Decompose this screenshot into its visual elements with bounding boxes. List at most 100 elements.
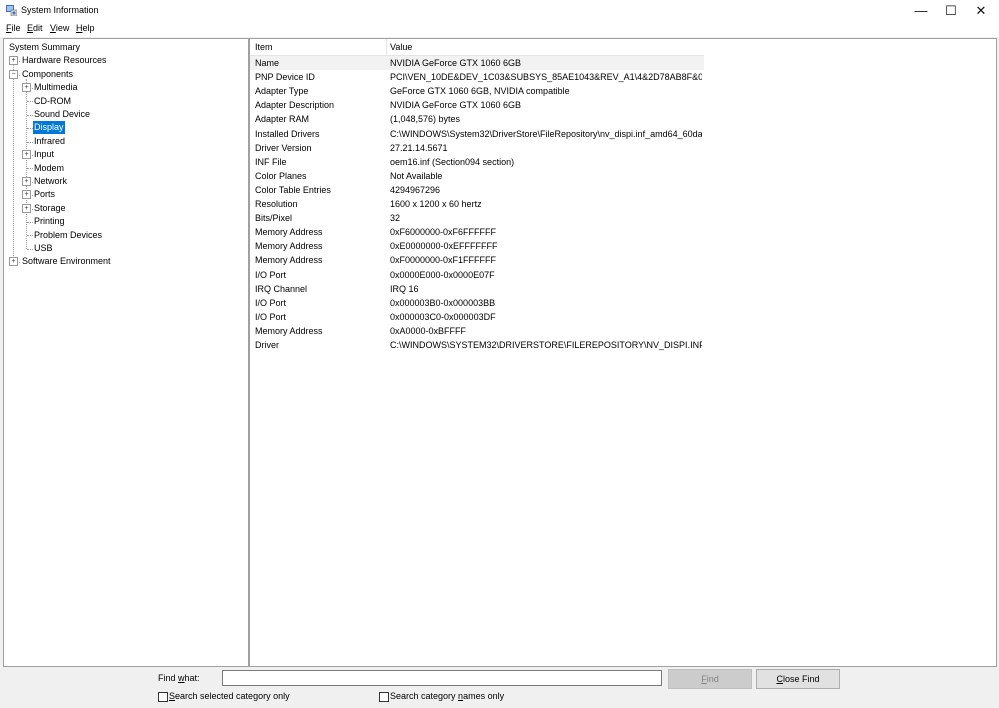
table-row[interactable]: Adapter Type GeForce GTX 1060 6GB, NVIDIA… [250,84,704,98]
table-row[interactable]: Memory Address 0xF0000000-0xF1FFFFFF [250,253,704,267]
find-button[interactable]: Find [668,669,752,689]
row-value: Not Available [390,170,443,181]
tree-item-label: USB [34,243,53,253]
tree-item-infrared[interactable]: Infrared [4,135,244,148]
row-value: C:\WINDOWS\System32\DriverStore\FileRepo… [390,128,702,139]
tree-item-label: Display [33,121,65,135]
table-row[interactable]: I/O Port 0x0000E000-0x0000E07F [250,268,704,282]
table-row[interactable]: I/O Port 0x000003B0-0x000003BB [250,296,704,310]
table-row[interactable]: Driver C:\WINDOWS\SYSTEM32\DRIVERSTORE\FI… [250,338,704,352]
table-row[interactable]: Color Planes Not Available [250,169,704,183]
row-item: Driver Version [255,142,312,153]
column-header-value[interactable]: Value [390,42,412,52]
table-row[interactable]: Bits/Pixel 32 [250,211,704,225]
table-row[interactable]: PNP Device ID PCI\VEN_10DE&DEV_1C03&SUBSY… [250,70,704,84]
row-value: 0x000003C0-0x000003DF [390,311,496,322]
close-find-button[interactable]: Close Find [756,669,840,689]
close-window-button[interactable]: ✕ [966,0,996,21]
row-value: 4294967296 [390,184,441,195]
tree-item-display[interactable]: Display [4,121,244,135]
menu-help[interactable]: Help [76,23,95,33]
tree-item-label: CD-ROM [34,95,71,106]
menu-file[interactable]: File [6,23,21,33]
row-item: I/O Port [255,297,287,308]
table-row[interactable]: Installed Drivers C:\WINDOWS\System32\Dri… [250,127,704,141]
row-item: Memory Address [255,255,323,266]
table-row[interactable]: Adapter RAM (1,048,576) bytes [250,112,704,126]
row-item: Adapter Description [255,100,335,111]
row-value: GeForce GTX 1060 6GB, NVIDIA compatible [390,86,570,97]
tree-item-label: Network [34,176,68,186]
tree-item-label: Modem [34,162,65,173]
row-value: NVIDIA GeForce GTX 1060 6GB [390,58,522,68]
tree-item-cd-rom[interactable]: CD-ROM [4,95,244,108]
table-row[interactable]: I/O Port 0x000003C0-0x000003DF [250,310,704,324]
tree-item-storage[interactable]: + Storage [4,202,244,215]
row-item: Bits/Pixel [255,213,293,224]
table-row[interactable]: Memory Address 0xF6000000-0xF6FFFFFF [250,225,704,239]
tree-item-hardware-resources[interactable]: + Hardware Resources [4,54,244,67]
row-value: 0xF6000000-0xF6FFFFFF [390,227,497,238]
tree-item-label: Hardware Resources [22,55,107,66]
tree-item-label: Components [22,68,74,79]
table-row[interactable]: Resolution 1600 x 1200 x 60 hertz [250,197,704,211]
table-row[interactable]: Color Table Entries 4294967296 [250,183,704,197]
tree-item-label: Ports [34,189,56,200]
tree-item-printing[interactable]: Printing [4,215,244,228]
row-value: 1600 x 1200 x 60 hertz [390,199,482,209]
maximize-button[interactable]: ☐ [936,0,966,21]
search-category-names-checkbox[interactable] [379,692,389,702]
tree-item-multimedia[interactable]: + Multimedia [4,81,244,94]
search-selected-category-checkbox[interactable] [158,692,168,702]
tree-item-problem-devices[interactable]: Problem Devices [4,229,244,242]
tree-item-software-environment[interactable]: + Software Environment [4,255,244,268]
expand-icon[interactable]: + [22,150,31,160]
row-item: Adapter Type [255,86,309,97]
table-row[interactable]: Driver Version 27.21.14.5671 [250,141,704,155]
table-row[interactable]: IRQ Channel IRQ 16 [250,282,704,296]
expand-icon[interactable]: + [22,190,31,200]
tree-item-network[interactable]: + Network [4,175,244,188]
row-value: 32 [390,213,401,224]
table-row[interactable]: Adapter Description NVIDIA GeForce GTX 10… [250,98,704,112]
expand-icon[interactable]: + [22,177,31,186]
row-value: 0xA0000-0xBFFFF [390,325,467,336]
tree-item-system-summary[interactable]: System Summary [4,41,244,54]
tree-item-ports[interactable]: + Ports [4,188,244,201]
menu-bar: File Edit View Help [0,21,999,37]
category-tree[interactable]: System Summary + Hardware Resources − Compon… [3,38,249,667]
column-divider[interactable] [386,39,387,55]
tree-item-sound-device[interactable]: Sound Device [4,108,244,121]
table-row[interactable]: Memory Address 0xA0000-0xBFFFF [250,324,704,338]
expand-icon[interactable]: + [22,203,31,213]
menu-view[interactable]: View [50,23,69,33]
row-item: I/O Port [255,311,287,322]
tree-item-modem[interactable]: Modem [4,162,244,175]
table-row[interactable]: Name NVIDIA GeForce GTX 1060 6GB [250,56,704,70]
table-row[interactable]: INF File oem16.inf (Section094 section) [250,155,704,169]
title-bar[interactable]: System Information — ☐ ✕ [0,0,999,21]
row-item: Color Planes [255,170,307,181]
table-row[interactable]: Memory Address 0xE0000000-0xEFFFFFFF [250,239,704,253]
details-list[interactable]: Item Value Name NVIDIA GeForce GTX 1060 6… [249,38,997,667]
row-value: IRQ 16 [390,283,419,294]
tree-item-usb[interactable]: USB [4,242,244,255]
row-value: 27.21.14.5671 [390,142,448,153]
row-value: 0xF0000000-0xF1FFFFFF [390,255,497,266]
tree-item-input[interactable]: + Input [4,148,244,161]
menu-edit[interactable]: Edit [27,23,43,33]
minimize-button[interactable]: — [906,0,936,21]
row-item: PNP Device ID [255,72,315,83]
row-value: oem16.inf (Section094 section) [390,156,515,167]
expand-icon[interactable]: + [9,257,18,267]
tree-item-components[interactable]: − Components [4,68,244,81]
row-item: Memory Address [255,241,323,252]
row-value: NVIDIA GeForce GTX 1060 6GB [390,100,522,111]
collapse-icon[interactable]: − [9,69,18,79]
tree-item-label: Sound Device [34,109,91,119]
column-header-item[interactable]: Item [255,42,273,52]
expand-icon[interactable]: + [22,83,31,93]
find-what-input[interactable] [222,670,662,686]
expand-icon[interactable]: + [9,56,18,66]
window-title: System Information [21,5,99,15]
